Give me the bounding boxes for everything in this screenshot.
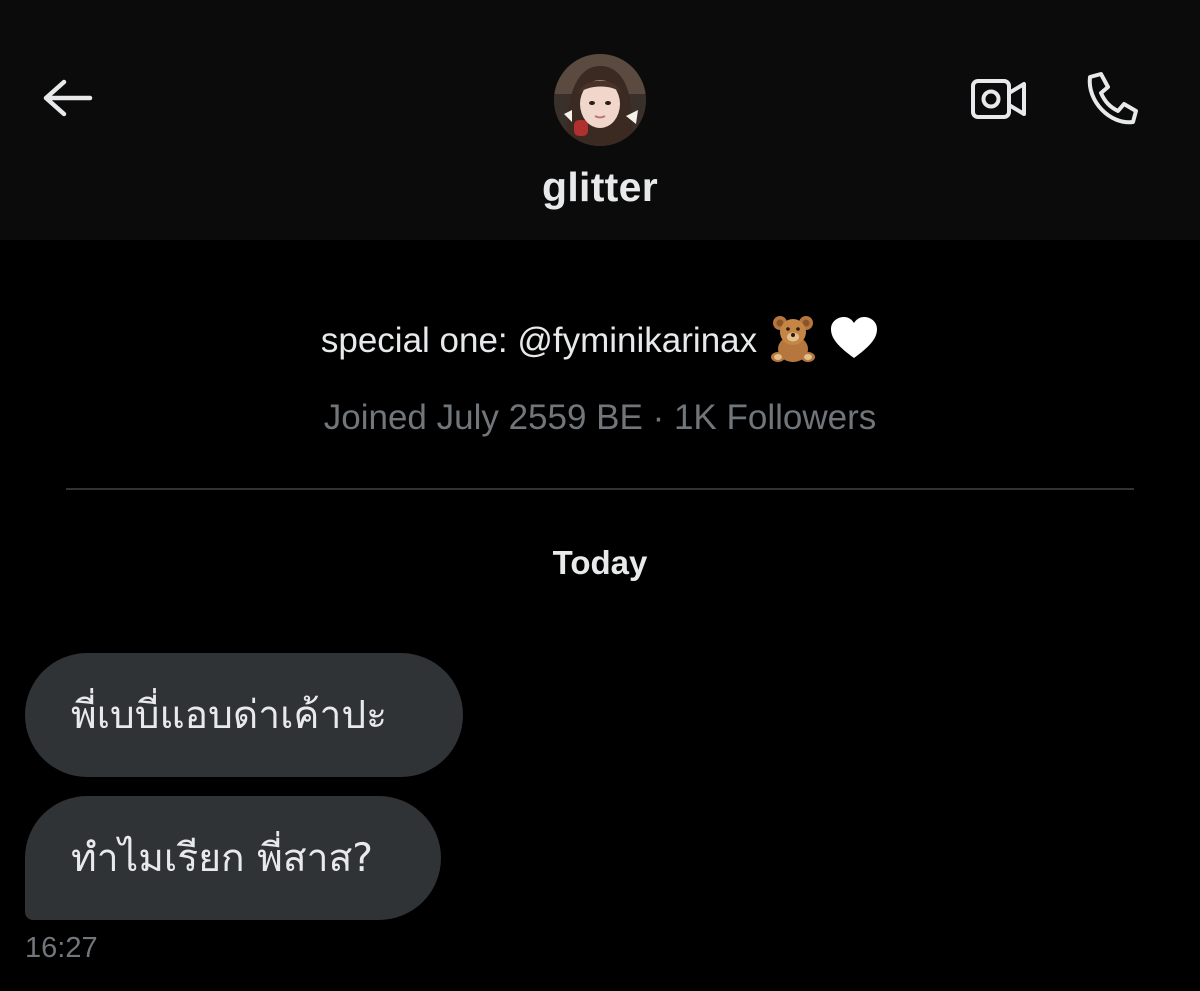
phone-call-icon <box>1082 70 1140 133</box>
avatar[interactable] <box>554 54 646 146</box>
conversation-title[interactable]: glitter <box>0 164 1200 211</box>
white-heart-icon <box>829 315 879 370</box>
message-bubble[interactable]: ทำไมเรียก พี่สาส? <box>25 796 441 920</box>
profile-meta: Joined July 2559 BE · 1K Followers <box>323 398 877 437</box>
message-bubble[interactable]: พี่เบบี่แอบด่าเค้าปะ <box>25 653 463 777</box>
teddy-bear-icon <box>767 312 819 373</box>
voice-call-button[interactable] <box>1078 70 1144 132</box>
video-call-button[interactable] <box>964 72 1034 130</box>
back-button[interactable] <box>36 72 100 128</box>
arrow-left-icon <box>42 78 94 123</box>
date-separator: Today <box>552 544 648 581</box>
message-text: พี่เบบี่แอบด่าเค้าปะ <box>71 693 388 738</box>
conversation-header: glitter <box>0 0 1200 240</box>
message-timestamp: 16:27 <box>25 932 98 964</box>
bio-text: special one: @fyminikarinax <box>320 320 758 360</box>
divider <box>66 488 1134 490</box>
video-call-icon <box>970 76 1028 127</box>
message-text: ทำไมเรียก พี่สาส? <box>71 836 373 881</box>
profile-bio: special one: @fyminikarinax <box>0 312 1200 373</box>
